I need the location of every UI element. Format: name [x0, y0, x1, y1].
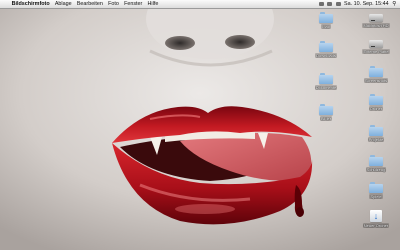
folder-icon: [319, 12, 333, 23]
desktop-icon-downloads-folder[interactable]: Downloads: [309, 41, 343, 58]
menu-ablage[interactable]: Ablage: [52, 0, 74, 8]
desktop-icon-projekte-folder[interactable]: Projekte: [359, 125, 393, 142]
menu-status-area: Sa. 10. Sep. 15:44 ⚲: [318, 0, 400, 8]
wifi-icon[interactable]: [319, 2, 325, 6]
folder-icon: [369, 94, 383, 105]
spotlight-icon[interactable]: ⚲: [390, 0, 398, 8]
menu-clock[interactable]: Sa. 10. Sep. 15:44: [342, 0, 390, 8]
menu-hilfe[interactable]: Hilfe: [145, 0, 161, 8]
menu-foto[interactable]: Foto: [105, 0, 121, 8]
desktop-icon-label: Schulzeug: [365, 167, 387, 172]
desktop-icon-bilder-folder[interactable]: Bilder: [309, 104, 343, 121]
desktop-icon-mac-folder[interactable]: Mac: [309, 12, 343, 29]
menu-bearbeiten[interactable]: Bearbeiten: [74, 0, 105, 8]
desktop-icon-macintosh-hd[interactable]: Macintosh HD: [359, 12, 393, 28]
folder-icon: [319, 73, 333, 84]
desktop-icon-dokumente-folder[interactable]: Dokumente: [309, 73, 343, 90]
folder-icon: [369, 66, 383, 77]
desktop-icon-label: Projekte: [367, 137, 385, 142]
desktop-icon-label: Screenshots: [363, 78, 389, 83]
desktop-icon-label: Ordner: [368, 106, 384, 111]
desktop-icon-label: Neuer Ordner: [362, 223, 390, 228]
desktop-icon-ordner-folder[interactable]: Ordner: [359, 94, 393, 111]
desktop-icon-label: Mac: [321, 24, 331, 29]
menu-app-name[interactable]: Bildschirmfoto: [9, 0, 52, 8]
desktop-icon-label: Bilder: [319, 116, 333, 121]
desktop-icon-label: Spiele: [369, 194, 383, 199]
desktop-icon-label: Downloads: [315, 53, 337, 58]
desktop-icon-screenshots-folder[interactable]: Screenshots: [359, 66, 393, 83]
folder-icon: [369, 125, 383, 136]
desktop-icon-external-drive[interactable]: Externe Platte: [359, 38, 393, 54]
hard-drive-icon: [369, 14, 383, 22]
volume-icon[interactable]: [327, 2, 333, 6]
desktop-icon-package[interactable]: Neuer Ordner: [359, 210, 393, 228]
desktop-icon-label: Dokumente: [314, 85, 338, 90]
desktop-icon-label: Externe Platte: [362, 49, 390, 54]
hard-drive-icon: [369, 40, 383, 48]
folder-icon: [319, 41, 333, 52]
download-package-icon: [370, 210, 382, 222]
folder-icon: [319, 104, 333, 115]
desktop-icon-spiele-folder[interactable]: Spiele: [359, 182, 393, 199]
sync-icon[interactable]: [335, 2, 341, 6]
menu-bar: Bildschirmfoto Ablage Bearbeiten Foto Fe…: [0, 0, 400, 9]
folder-icon: [369, 155, 383, 166]
menu-fenster[interactable]: Fenster: [121, 0, 144, 8]
desktop-icon-label: Macintosh HD: [362, 23, 390, 28]
desktop-icon-schulzeug-folder[interactable]: Schulzeug: [359, 155, 393, 172]
folder-icon: [369, 182, 383, 193]
